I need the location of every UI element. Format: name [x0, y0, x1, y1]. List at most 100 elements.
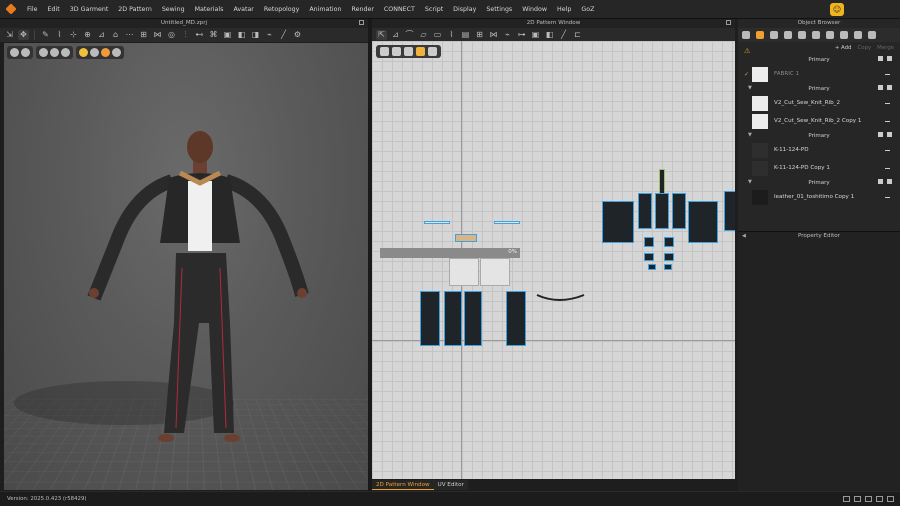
folder-icon[interactable]	[887, 179, 892, 184]
segment-tool-icon[interactable]: ⋈	[152, 30, 163, 40]
merge-button[interactable]: Merge	[877, 45, 894, 51]
zipper-tab-icon[interactable]	[812, 31, 820, 39]
body-display-icon[interactable]	[61, 48, 70, 57]
pattern-select-icon[interactable]	[380, 47, 389, 56]
simulation-icon[interactable]	[79, 48, 88, 57]
refresh-icon[interactable]	[887, 496, 894, 502]
remove-icon[interactable]	[885, 102, 890, 104]
folder-icon[interactable]	[887, 56, 892, 61]
layout-icon[interactable]	[843, 496, 850, 502]
garment-fit-icon[interactable]: ⌂	[110, 30, 121, 40]
fold-tool-icon[interactable]: ⌇	[54, 30, 65, 40]
remove-icon[interactable]	[885, 149, 890, 151]
edit-pattern-icon[interactable]: ⊿	[390, 30, 401, 40]
menu-materials[interactable]: Materials	[190, 6, 229, 13]
collapse-icon[interactable]: ▼	[748, 132, 752, 138]
free-sewing-icon[interactable]: ⌁	[502, 30, 513, 40]
remove-icon[interactable]	[885, 167, 890, 169]
menu-2d-pattern[interactable]: 2D Pattern	[113, 6, 157, 13]
segment-sewing-icon[interactable]: ⋈	[488, 30, 499, 40]
stitch-tool-icon[interactable]: ⊞	[138, 30, 149, 40]
folder-icon[interactable]	[887, 132, 892, 137]
pattern-garment-icon[interactable]	[392, 47, 401, 56]
menu-display[interactable]: Display	[448, 6, 481, 13]
list-item[interactable]: K-11-124-PD Copy 1	[738, 159, 900, 177]
delete-icon[interactable]	[868, 31, 876, 39]
tracing-icon[interactable]	[90, 48, 99, 57]
pattern-piece[interactable]	[494, 221, 520, 224]
pattern-piece[interactable]	[444, 291, 462, 346]
seam-allowance-icon[interactable]: ▤	[460, 30, 471, 40]
menu-goz[interactable]: GoZ	[576, 6, 599, 13]
pattern-piece[interactable]	[449, 258, 479, 286]
avatar-display-icon[interactable]	[50, 48, 59, 57]
list-item[interactable]: leather_01_toshitimo Copy 1	[738, 188, 900, 206]
graphic-tool-icon[interactable]: ◧	[236, 30, 247, 40]
grain-line-icon[interactable]: ╱	[558, 30, 569, 40]
collapse-icon[interactable]: ▼	[748, 85, 752, 91]
select-tool-icon[interactable]: ⇲	[4, 30, 15, 40]
list-item[interactable]: V2_Cut_Sew_Knit_Rib_2	[738, 94, 900, 112]
move-tool-icon[interactable]: ✥	[18, 30, 29, 40]
transform-pattern-icon[interactable]: ⇱	[376, 30, 387, 40]
list-view-icon[interactable]	[742, 31, 750, 39]
pattern-piece[interactable]	[724, 191, 735, 231]
menu-edit[interactable]: Edit	[43, 6, 65, 13]
texture-2d-icon[interactable]: ▣	[530, 30, 541, 40]
group-header[interactable]: ▼ Primary	[738, 177, 900, 188]
menu-3d-garment[interactable]: 3D Garment	[65, 6, 114, 13]
topstitch-tool-icon[interactable]: ⊷	[194, 30, 205, 40]
pattern-piece[interactable]	[464, 291, 482, 346]
pattern-view-icon[interactable]	[865, 496, 872, 502]
pattern-piece[interactable]	[480, 258, 510, 286]
pattern-piece[interactable]	[644, 237, 654, 247]
brush-tool-icon[interactable]: ⌁	[264, 30, 275, 40]
pin-tool-icon[interactable]: ⊹	[68, 30, 79, 40]
render-mode-icon[interactable]	[10, 48, 19, 57]
pen-tool-icon[interactable]: ✎	[40, 30, 51, 40]
maximize-2d-icon[interactable]	[726, 20, 731, 25]
pattern-piece[interactable]	[688, 201, 718, 243]
maximize-3d-icon[interactable]	[359, 20, 364, 25]
line-tab-icon[interactable]	[840, 31, 848, 39]
fold-arrangement-icon[interactable]: ⊞	[474, 30, 485, 40]
menu-script[interactable]: Script	[420, 6, 448, 13]
add-icon[interactable]	[878, 132, 883, 137]
measure-tool-icon[interactable]: ⊿	[96, 30, 107, 40]
collapse-icon[interactable]: ◀	[742, 232, 746, 241]
remove-icon[interactable]	[885, 196, 890, 198]
pattern-piece[interactable]	[424, 221, 450, 224]
pattern-tab-icon[interactable]	[770, 31, 778, 39]
rectangle-tool-icon[interactable]: ▭	[432, 30, 443, 40]
pattern-piece[interactable]	[420, 291, 440, 346]
topstitch-tab-icon[interactable]	[798, 31, 806, 39]
tack-tool-icon[interactable]: ⊕	[82, 30, 93, 40]
button-tab-icon[interactable]	[784, 31, 792, 39]
avatar-figure[interactable]	[4, 43, 368, 490]
screen-icon[interactable]	[876, 496, 883, 502]
list-item[interactable]: K-11-124-PD	[738, 141, 900, 159]
pattern-piece[interactable]	[506, 291, 526, 346]
graphic-2d-icon[interactable]: ◧	[544, 30, 555, 40]
pattern-view-icon[interactable]	[428, 47, 437, 56]
texture-tool-icon[interactable]: ▣	[222, 30, 233, 40]
fabric-tab-icon[interactable]	[756, 31, 764, 39]
copy-button[interactable]: Copy	[857, 45, 871, 51]
add-icon[interactable]	[878, 85, 883, 90]
button-tool-icon[interactable]: ◎	[166, 30, 177, 40]
trim-tool-icon[interactable]: ◨	[250, 30, 261, 40]
group-header[interactable]: ▼ Primary	[738, 130, 900, 141]
menu-help[interactable]: Help	[552, 6, 576, 13]
collapse-icon[interactable]: ▼	[748, 179, 752, 185]
menu-connect[interactable]: CONNECT	[379, 6, 420, 13]
menu-animation[interactable]: Animation	[304, 6, 346, 13]
add-button[interactable]: + Add	[835, 45, 852, 51]
pattern-texture-icon[interactable]	[404, 47, 413, 56]
pose-icon[interactable]	[101, 48, 110, 57]
menu-file[interactable]: File	[22, 6, 43, 13]
pattern-piece[interactable]	[455, 234, 477, 242]
avatar-tab-icon[interactable]	[854, 31, 862, 39]
add-icon[interactable]	[878, 179, 883, 184]
pattern-piece[interactable]	[655, 193, 669, 229]
edit-curvature-icon[interactable]: ⌒	[404, 30, 415, 40]
